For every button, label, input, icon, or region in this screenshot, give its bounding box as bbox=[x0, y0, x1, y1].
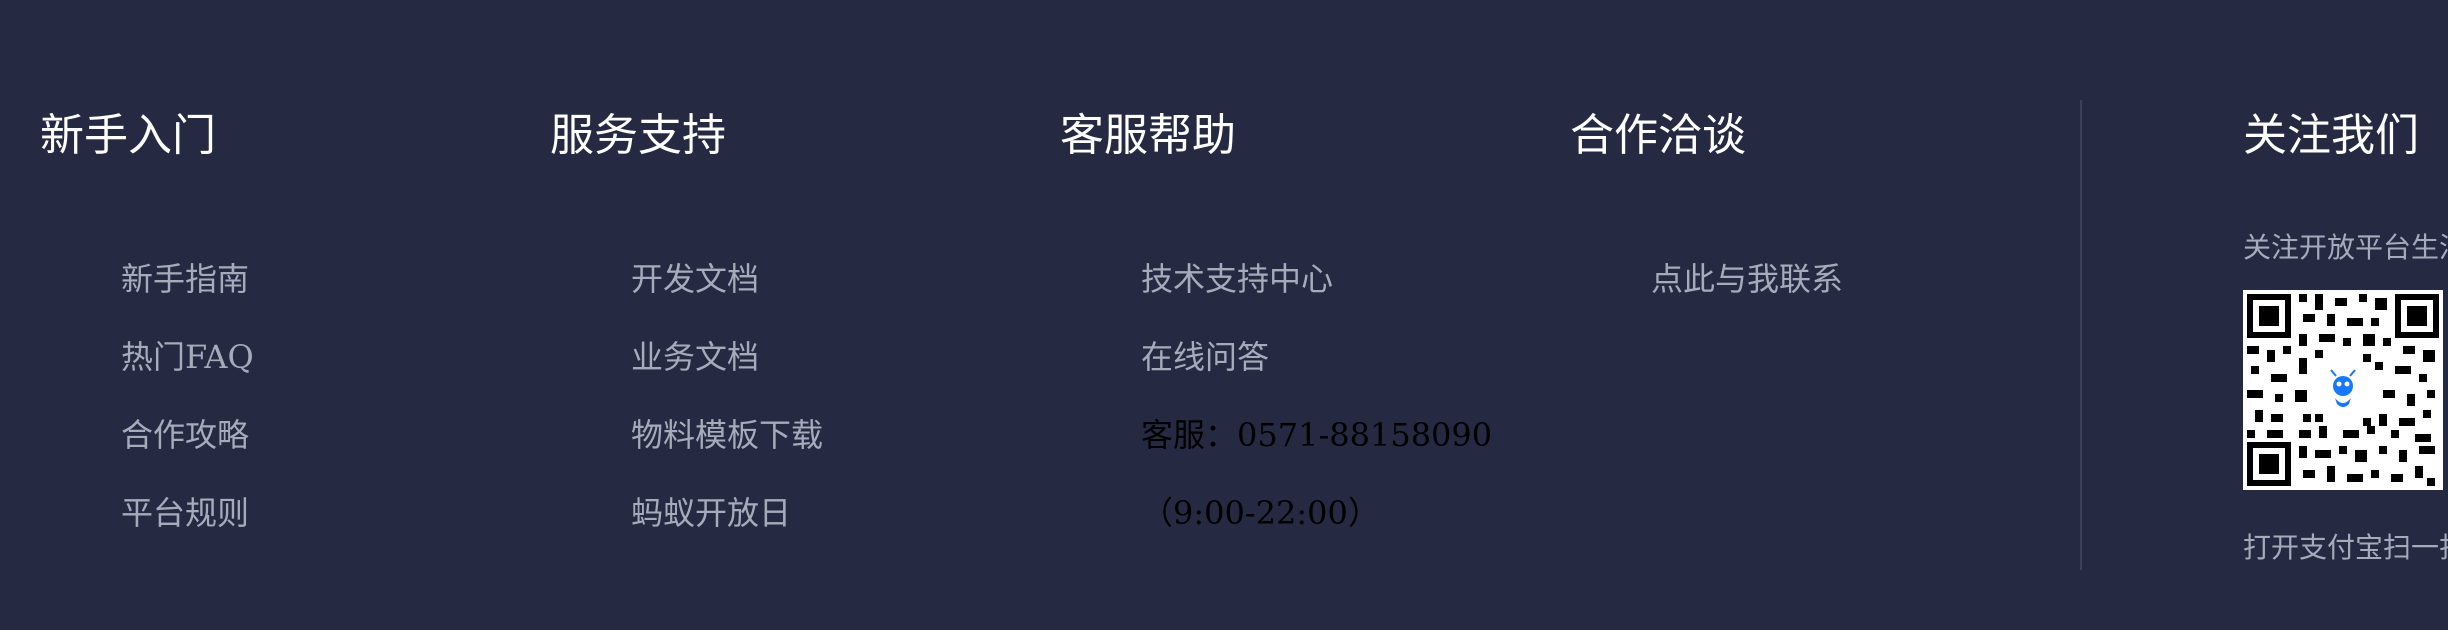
footer-link-open-day[interactable]: 蚂蚁开放日 bbox=[631, 474, 823, 552]
follow-description: 关注开放平台生活号 bbox=[2243, 231, 2448, 264]
column-title: 合作洽谈 bbox=[1570, 110, 1746, 161]
column-title: 新手入门 bbox=[40, 110, 216, 161]
footer-link-cooperation-guide[interactable]: 合作攻略 bbox=[121, 396, 254, 474]
footer-link-template-download[interactable]: 物料模板下载 bbox=[631, 396, 823, 474]
column-title: 服务支持 bbox=[550, 110, 726, 161]
footer-link-contact-me[interactable]: 点此与我联系 bbox=[1651, 240, 1843, 318]
column-title: 客服帮助 bbox=[1060, 110, 1236, 161]
link-list: 新手指南 热门FAQ 合作攻略 平台规则 bbox=[121, 240, 254, 552]
footer-column-follow-us: 关注我们 关注开放平台生活号 bbox=[2243, 100, 2448, 564]
hotline-text: 客服：0571-88158090 bbox=[1141, 416, 1493, 454]
footer-column-cooperation: 合作洽谈 点此与我联系 bbox=[1570, 100, 1843, 298]
link-list: 技术支持中心 在线问答 客服：0571-88158090 （9:00-22:00… bbox=[1141, 240, 1492, 552]
qr-code-icon bbox=[2243, 290, 2443, 490]
footer-link-business-docs[interactable]: 业务文档 bbox=[631, 318, 823, 396]
qr-code-graphic bbox=[2243, 290, 2443, 490]
column-title: 关注我们 bbox=[2243, 110, 2419, 161]
footer-link-tech-support[interactable]: 技术支持中心 bbox=[1141, 240, 1492, 318]
footer-column-customer-help: 客服帮助 技术支持中心 在线问答 客服：0571-88158090 （9:00-… bbox=[1060, 100, 1492, 532]
site-footer: 新手入门 新手指南 热门FAQ 合作攻略 平台规则 服务支持 开发文档 业务文档… bbox=[0, 0, 2448, 630]
footer-link-dev-docs[interactable]: 开发文档 bbox=[631, 240, 823, 318]
link-list: 点此与我联系 bbox=[1651, 240, 1843, 318]
service-hours-text: （9:00-22:00） bbox=[1141, 494, 1380, 532]
footer-column-service-support: 服务支持 开发文档 业务文档 物料模板下载 蚂蚁开放日 bbox=[550, 100, 823, 532]
scan-instruction: 打开支付宝扫一扫 bbox=[2243, 531, 2448, 564]
footer-link-faq[interactable]: 热门FAQ bbox=[121, 318, 254, 396]
vertical-divider bbox=[2080, 100, 2082, 570]
footer-column-getting-started: 新手入门 新手指南 热门FAQ 合作攻略 平台规则 bbox=[40, 100, 254, 532]
footer-link-platform-rules[interactable]: 平台规则 bbox=[121, 474, 254, 552]
footer-link-beginner-guide[interactable]: 新手指南 bbox=[121, 240, 254, 318]
footer-link-online-qa[interactable]: 在线问答 bbox=[1141, 318, 1492, 396]
link-list: 开发文档 业务文档 物料模板下载 蚂蚁开放日 bbox=[631, 240, 823, 552]
